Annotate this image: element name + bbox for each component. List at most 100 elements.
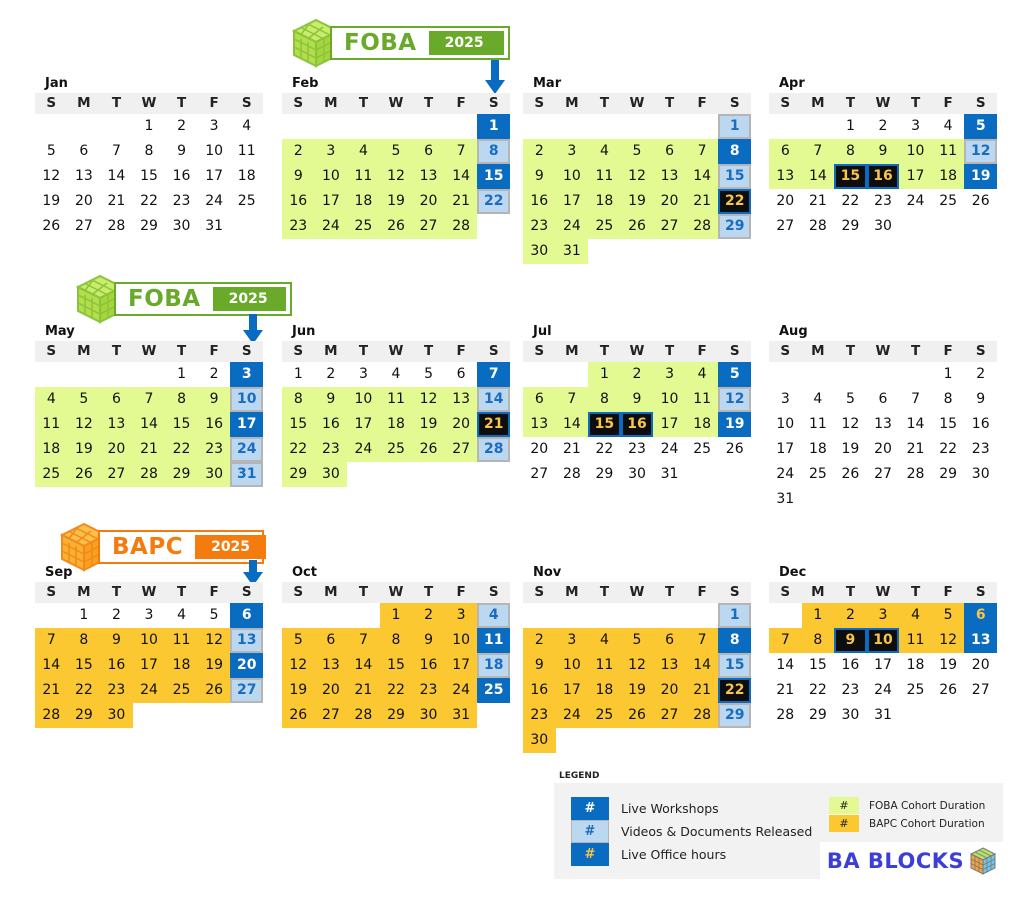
day-cell: 23 [523, 214, 556, 239]
day-cell: 11 [808, 416, 827, 432]
day-cell: 13 [523, 412, 556, 437]
day-cell: 14 [347, 653, 380, 678]
day-cell: 2 [177, 118, 187, 134]
weekday-label: F [943, 584, 953, 600]
day-cell: 19 [67, 437, 101, 462]
empty-cell [621, 603, 654, 628]
day-grid: 1 2 3 4 5 6 7 8 9 10 11 12 13 14 15 16 17 18 19 20 21 22 23 24 2… [35, 114, 263, 239]
weekday-label: F [209, 584, 219, 600]
day-grid: 1 2 3 4 5 6 7 8 9 10 11 12 13 14 15 16 17 18 19 20 21 22 23 24 2… [282, 603, 510, 728]
day-cell: 1 [718, 603, 751, 628]
day-cell: 19 [379, 189, 413, 214]
day-cell: 2 [620, 362, 654, 387]
weekday-label: S [975, 343, 986, 359]
day-cell: 24 [555, 703, 589, 728]
day-cell: 25 [588, 703, 621, 728]
day-cell: 22 [67, 678, 101, 703]
weekday-header: SMTWTFS [769, 582, 997, 603]
weekday-label: T [910, 95, 921, 111]
weekday-label: S [46, 584, 57, 600]
weekday-label: S [780, 584, 791, 600]
month-mar: Mar S M T W T F S 1 2 3 4 5 6 7 8 9 10 11 12 13 14 15 16 17 18 19 2… [523, 75, 751, 264]
day-cell: 10 [205, 143, 224, 159]
day-cell: 21 [107, 193, 126, 209]
weekday-label: T [664, 95, 675, 111]
day-cell: 10 [899, 139, 932, 164]
weekday-header: SMTWTFS [35, 582, 263, 603]
empty-cell [769, 114, 802, 139]
day-cell: 6 [653, 139, 686, 164]
weekday-label: S [241, 343, 252, 359]
weekday-label: T [176, 95, 187, 111]
day-cell: 5 [379, 139, 413, 164]
empty-cell [686, 603, 719, 628]
day-cell: 19 [620, 678, 654, 703]
weekday-label: F [209, 95, 219, 111]
day-cell: 2 [878, 118, 888, 134]
day-cell: 23 [197, 437, 231, 462]
day-cell: 21 [808, 193, 827, 209]
day-cell: 26 [971, 193, 990, 209]
day-cell: 9 [314, 387, 348, 412]
day-cell: 23 [100, 678, 133, 703]
weekday-label: T [599, 95, 610, 111]
day-cell: 24 [874, 682, 892, 698]
day-cell: 1 [477, 114, 510, 139]
day-cell: 11 [588, 653, 621, 678]
legend-label: Videos & Documents Released [621, 824, 813, 839]
day-cell: 25 [35, 462, 68, 487]
legend-item-bapc: # BAPC Cohort Duration [829, 815, 985, 832]
month-jan: Jan S M T W T F S 1 2 3 4 5 6 7 8 9 10 11 12 13 14 15 16 17 18 19 2… [35, 75, 263, 239]
day-grid: 1 2 3 4 5 6 7 8 9 10 11 12 13 14 15 16 17 18 19 20 21 22 23 24 2… [282, 362, 510, 487]
day-cell: 4 [391, 366, 401, 382]
day-cell: 10 [555, 653, 589, 678]
day-cell: 23 [282, 214, 315, 239]
day-cell: 20 [412, 189, 445, 214]
day-cell: 18 [477, 653, 510, 678]
day-cell: 27 [74, 218, 93, 234]
day-cell: 15 [588, 412, 621, 437]
day-cell: 18 [35, 437, 68, 462]
day-cell: 10 [444, 628, 478, 653]
weekday-label: F [943, 95, 953, 111]
day-cell: 3 [144, 607, 154, 623]
day-cell: 27 [776, 218, 795, 234]
banner-year: 2025 B [212, 287, 286, 331]
day-cell: 26 [620, 703, 654, 728]
month-label: Jul [533, 324, 552, 339]
day-cell: 15 [477, 164, 510, 189]
empty-cell [133, 362, 166, 387]
empty-cell [556, 114, 589, 139]
day-cell: 6 [314, 628, 348, 653]
day-cell: 12 [718, 387, 751, 412]
month-label: Nov [533, 565, 562, 580]
day-cell: 11 [165, 628, 198, 653]
day-cell: 26 [282, 703, 315, 728]
weekday-label: S [46, 95, 57, 111]
day-cell: 17 [132, 653, 166, 678]
day-cell: 31 [230, 462, 263, 487]
day-cell: 8 [588, 387, 621, 412]
day-cell: 20 [874, 441, 892, 457]
day-cell: 17 [899, 164, 932, 189]
day-cell: 25 [906, 682, 925, 698]
empty-cell [282, 603, 315, 628]
day-cell: 10 [653, 387, 686, 412]
day-cell: 13 [874, 416, 892, 432]
legend-title: LEGEND [559, 771, 600, 781]
day-cell: 24 [776, 466, 795, 482]
day-cell: 8 [144, 143, 154, 159]
day-cell: 30 [628, 466, 646, 482]
weekday-label: W [141, 343, 157, 359]
weekday-label: S [488, 584, 499, 600]
day-cell: 14 [477, 387, 510, 412]
day-grid: 1 2 3 4 5 6 7 8 9 10 11 12 13 14 15 16 17 18 19 20 21 22 23 24 2… [769, 603, 997, 728]
day-cell: 24 [555, 214, 589, 239]
weekday-label: T [111, 584, 122, 600]
day-cell: 8 [718, 628, 751, 653]
day-cell: 12 [67, 412, 101, 437]
empty-cell [347, 603, 380, 628]
weekday-label: M [324, 343, 338, 359]
day-cell: 1 [718, 114, 751, 139]
day-cell: 11 [931, 139, 965, 164]
